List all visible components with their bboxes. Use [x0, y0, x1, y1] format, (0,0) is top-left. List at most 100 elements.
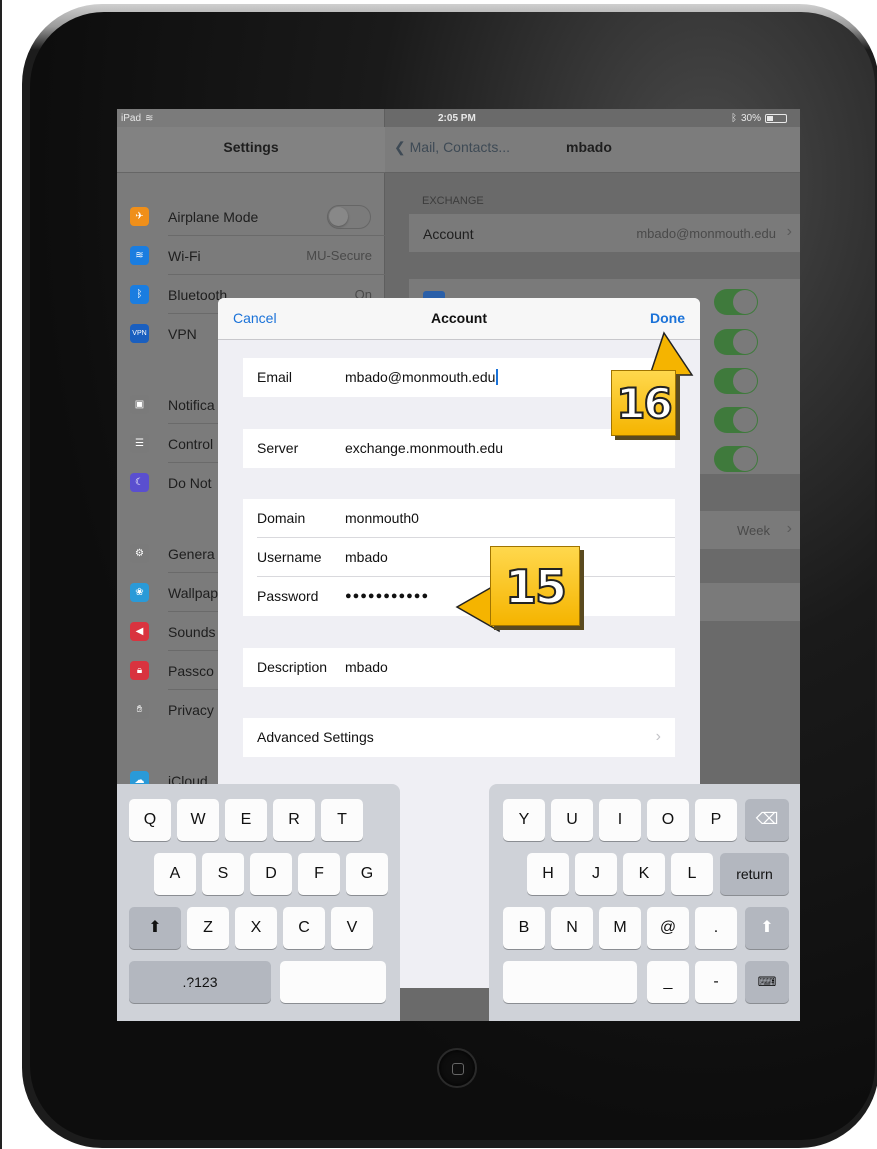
- key-b[interactable]: B: [503, 907, 545, 949]
- back-button[interactable]: ❮ Mail, Contacts...: [394, 139, 510, 156]
- key-p[interactable]: P: [695, 799, 737, 841]
- key-z[interactable]: Z: [187, 907, 229, 949]
- key-w[interactable]: W: [177, 799, 219, 841]
- key-y[interactable]: Y: [503, 799, 545, 841]
- lock-icon: 🔒︎: [130, 661, 149, 680]
- key-l[interactable]: L: [671, 853, 713, 895]
- account-label: Account: [423, 226, 474, 242]
- bluetooth-status-icon: ᛒ: [731, 113, 737, 124]
- delete-key[interactable]: ⌫: [745, 799, 789, 841]
- vpn-icon: VPN: [130, 324, 149, 343]
- sidebar-item-label: Notifica: [168, 397, 215, 413]
- calendars-sync-toggle[interactable]: [714, 368, 758, 394]
- shift-key[interactable]: ⬆: [129, 907, 181, 949]
- key-e[interactable]: E: [225, 799, 267, 841]
- wifi-signal-icon: ≋: [145, 113, 154, 124]
- hide-keyboard-key[interactable]: ⌨: [745, 961, 789, 1003]
- reminders-sync-toggle[interactable]: [714, 407, 758, 433]
- status-bar: iPad ≋ 2:05 PM ᛒ 30%: [117, 109, 800, 127]
- account-row[interactable]: Account mbado@monmouth.edu ›: [409, 214, 800, 252]
- home-button[interactable]: [437, 1048, 477, 1088]
- numbers-key[interactable]: .?123: [129, 961, 271, 1003]
- sidebar-item-label: Passco: [168, 663, 214, 679]
- notes-sync-toggle[interactable]: [714, 446, 758, 472]
- airplane-mode-toggle[interactable]: [327, 205, 371, 229]
- section-caption: EXCHANGE: [422, 195, 484, 207]
- key-t[interactable]: T: [321, 799, 363, 841]
- description-field[interactable]: Description mbado: [243, 648, 675, 687]
- key-a[interactable]: A: [154, 853, 196, 895]
- key-j[interactable]: J: [575, 853, 617, 895]
- key-k[interactable]: K: [623, 853, 665, 895]
- back-label: Mail, Contacts...: [409, 139, 510, 155]
- key-f[interactable]: F: [298, 853, 340, 895]
- modal-title: Account: [431, 310, 487, 326]
- done-button[interactable]: Done: [650, 310, 685, 326]
- domain-value: monmouth0: [345, 510, 419, 526]
- domain-field[interactable]: Domain monmouth0: [243, 499, 675, 538]
- key-d[interactable]: D: [250, 853, 292, 895]
- key-u[interactable]: U: [551, 799, 593, 841]
- key-n[interactable]: N: [551, 907, 593, 949]
- callout-15: 15: [490, 546, 580, 626]
- return-key[interactable]: return: [720, 853, 789, 895]
- sidebar-item-label: Control: [168, 436, 214, 452]
- text-cursor: [496, 369, 498, 385]
- wallpaper-icon: ❀: [130, 583, 149, 602]
- sidebar-item-label: Wi-Fi: [168, 248, 201, 264]
- space-key-right[interactable]: [503, 961, 637, 1003]
- username-field[interactable]: Username mbado: [243, 538, 675, 577]
- key-c[interactable]: C: [283, 907, 325, 949]
- key-period[interactable]: .: [695, 907, 737, 949]
- key-at[interactable]: @: [647, 907, 689, 949]
- callout-16: 16: [611, 370, 676, 436]
- keyboard-left-half: Q W E R T A S D F G ⬆ Z X C V .?123: [117, 784, 400, 1021]
- key-s[interactable]: S: [202, 853, 244, 895]
- key-h[interactable]: H: [527, 853, 569, 895]
- shift-key-right[interactable]: ⬆: [745, 907, 789, 949]
- sidebar-item-label: Airplane Mode: [168, 209, 259, 225]
- description-value: mbado: [345, 659, 388, 675]
- key-r[interactable]: R: [273, 799, 315, 841]
- advanced-group: Advanced Settings ›: [243, 718, 675, 757]
- key-i[interactable]: I: [599, 799, 641, 841]
- tutorial-screenshot: Settings ✈ Airplane Mode ≋ Wi-Fi MU-Secu…: [0, 0, 877, 1149]
- sidebar-item-airplane-mode[interactable]: ✈ Airplane Mode: [117, 197, 385, 236]
- battery-percent: 30%: [741, 113, 762, 124]
- hand-icon: ✋︎: [130, 700, 149, 719]
- key-g[interactable]: G: [346, 853, 388, 895]
- key-m[interactable]: M: [599, 907, 641, 949]
- account-value: mbado@monmouth.edu: [636, 226, 776, 241]
- key-dash[interactable]: -: [695, 961, 737, 1003]
- battery-icon: [765, 114, 787, 123]
- key-x[interactable]: X: [235, 907, 277, 949]
- gear-icon: ⚙: [130, 544, 149, 563]
- sidebar-item-label: Genera: [168, 546, 215, 562]
- mail-sync-toggle[interactable]: [714, 289, 758, 315]
- advanced-label: Advanced Settings: [257, 729, 374, 745]
- key-o[interactable]: O: [647, 799, 689, 841]
- home-square-icon: [452, 1063, 464, 1075]
- bluetooth-icon: ᛒ: [130, 285, 149, 304]
- detail-title: mbado: [566, 139, 612, 155]
- sidebar-item-wifi[interactable]: ≋ Wi-Fi MU-Secure: [117, 236, 385, 275]
- chevron-right-icon: ›: [786, 223, 792, 240]
- sidebar-item-label: Do Not: [168, 475, 212, 491]
- status-time: 2:05 PM: [438, 113, 476, 124]
- key-v[interactable]: V: [331, 907, 373, 949]
- sidebar-item-label: Privacy: [168, 702, 214, 718]
- advanced-settings-row[interactable]: Advanced Settings ›: [243, 718, 675, 757]
- space-key-left[interactable]: [280, 961, 386, 1003]
- domain-label: Domain: [257, 510, 306, 526]
- username-label: Username: [257, 549, 322, 565]
- wifi-icon: ≋: [130, 246, 149, 265]
- chevron-right-icon: ›: [786, 520, 792, 537]
- sidebar-item-label: Sounds: [168, 624, 216, 640]
- contacts-sync-toggle[interactable]: [714, 329, 758, 355]
- email-label: Email: [257, 369, 293, 385]
- key-underscore[interactable]: _: [647, 961, 689, 1003]
- moon-icon: ☾: [130, 473, 149, 492]
- key-q[interactable]: Q: [129, 799, 171, 841]
- ipad-screen: Settings ✈ Airplane Mode ≋ Wi-Fi MU-Secu…: [117, 109, 800, 1021]
- shift-icon: ⬆: [760, 919, 774, 936]
